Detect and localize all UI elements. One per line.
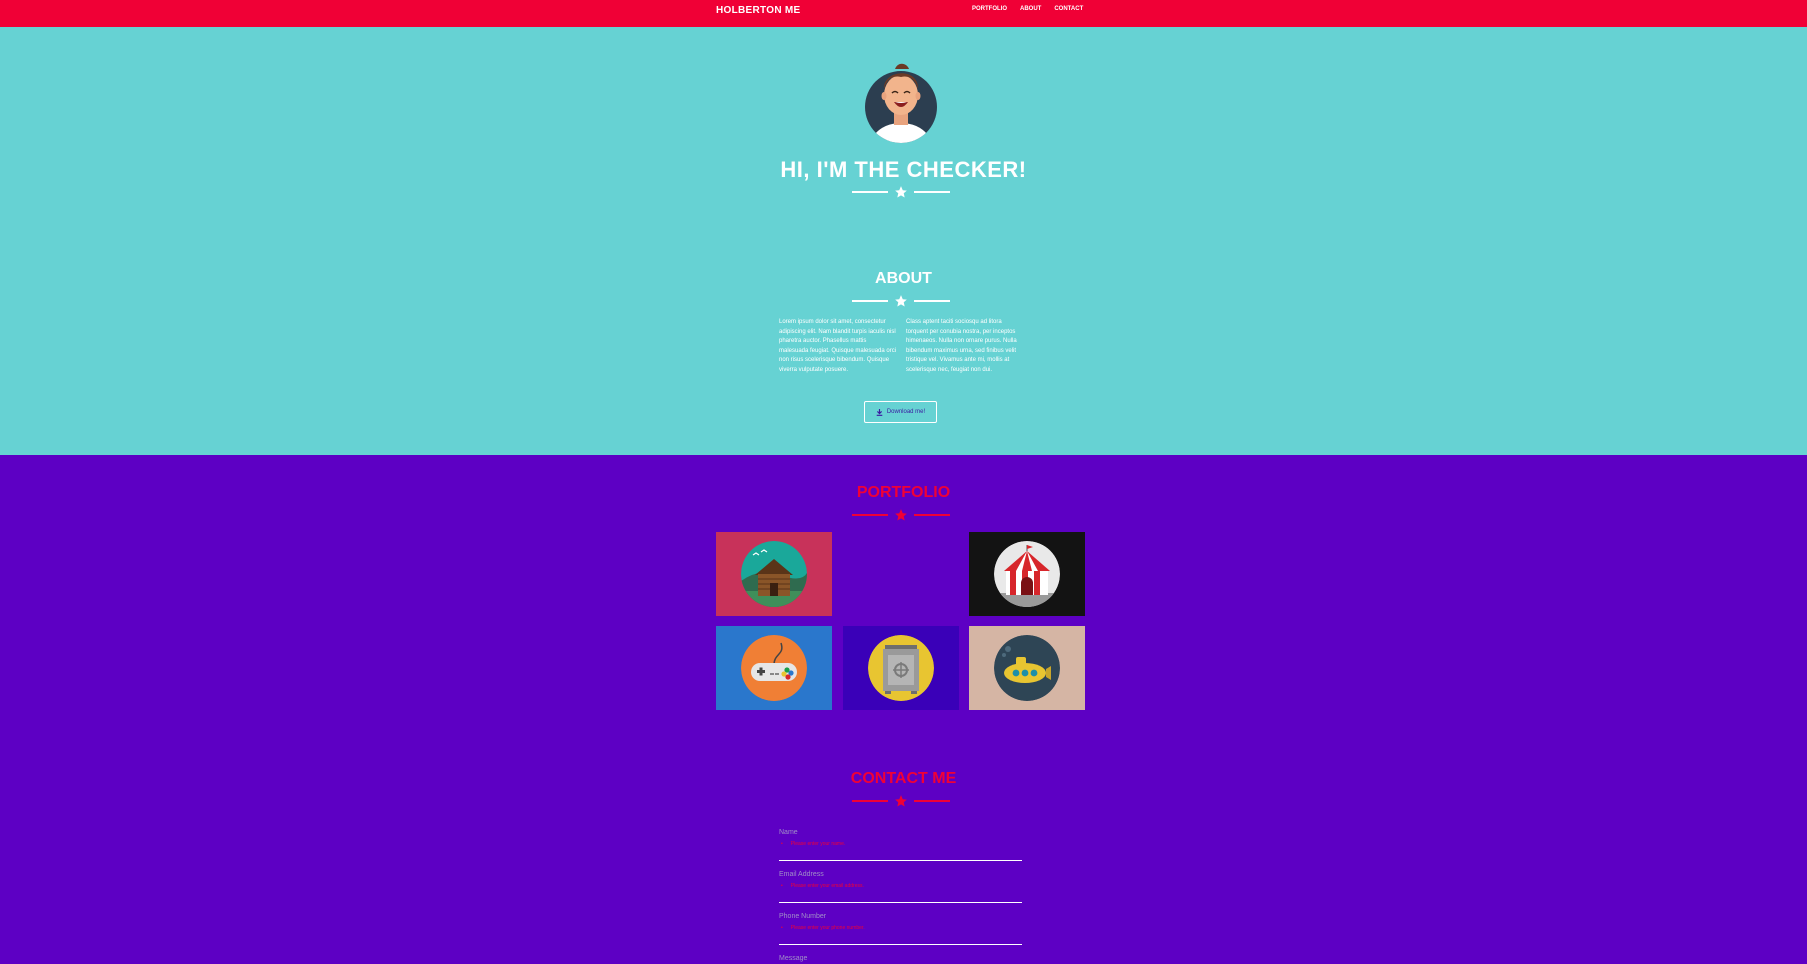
safe-icon xyxy=(868,635,934,701)
nav-link-contact[interactable]: CONTACT xyxy=(1054,6,1083,12)
brand-link[interactable]: HOLBERTON ME xyxy=(716,5,801,16)
name-field[interactable]: Name Please enter your name. xyxy=(779,829,1022,861)
phone-label: Phone Number xyxy=(779,913,827,920)
portfolio-divider xyxy=(852,508,950,522)
submarine-icon xyxy=(994,635,1060,701)
hero-divider xyxy=(852,185,950,199)
about-text-left: Lorem ipsum dolor sit amet, consectetur … xyxy=(779,319,897,373)
name-error: Please enter your name. xyxy=(781,841,845,847)
about-divider xyxy=(852,294,950,308)
about-text-right: Class aptent taciti sociosqu ad litora t… xyxy=(906,319,1017,373)
portfolio-item-empty[interactable] xyxy=(843,532,959,616)
email-error: Please enter your email address. xyxy=(781,883,864,889)
hero-title: HI, I'M THE CHECKER! xyxy=(780,157,1027,182)
nav-links: PORTFOLIO ABOUT CONTACT xyxy=(972,6,1083,12)
contact-divider xyxy=(852,794,950,808)
avatar xyxy=(865,63,937,143)
portfolio-item-circus[interactable] xyxy=(969,532,1085,616)
star-icon xyxy=(895,186,907,198)
star-icon xyxy=(895,509,907,521)
hero-section: HI, I'M THE CHECKER! ABOUT Lorem ipsum d… xyxy=(0,27,1807,455)
phone-error: Please enter your phone number. xyxy=(781,925,865,931)
star-icon xyxy=(895,795,907,807)
portfolio-item-cabin[interactable] xyxy=(716,532,832,616)
contact-title: CONTACT ME xyxy=(850,770,957,787)
portfolio-item-safe[interactable] xyxy=(843,626,959,710)
top-navbar: HOLBERTON ME PORTFOLIO ABOUT CONTACT xyxy=(0,0,1807,27)
phone-field[interactable]: Phone Number Please enter your phone num… xyxy=(779,913,1022,945)
about-title: ABOUT xyxy=(875,270,932,287)
download-button[interactable]: Download me! xyxy=(864,401,937,423)
nav-link-about[interactable]: ABOUT xyxy=(1020,6,1041,12)
portfolio-item-submarine[interactable] xyxy=(969,626,1085,710)
portfolio-title: PORTFOLIO xyxy=(856,484,951,501)
cabin-icon xyxy=(741,541,807,607)
name-label: Name xyxy=(779,829,798,836)
download-icon xyxy=(876,408,883,416)
game-controller-icon xyxy=(741,635,807,701)
portfolio-item-game[interactable] xyxy=(716,626,832,710)
star-icon xyxy=(895,295,907,307)
circus-tent-icon xyxy=(994,541,1060,607)
email-label: Email Address xyxy=(779,871,824,878)
download-button-label: Download me! xyxy=(886,409,926,415)
email-field[interactable]: Email Address Please enter your email ad… xyxy=(779,871,1022,903)
message-label: Message xyxy=(779,955,808,962)
nav-link-portfolio[interactable]: PORTFOLIO xyxy=(972,6,1007,12)
